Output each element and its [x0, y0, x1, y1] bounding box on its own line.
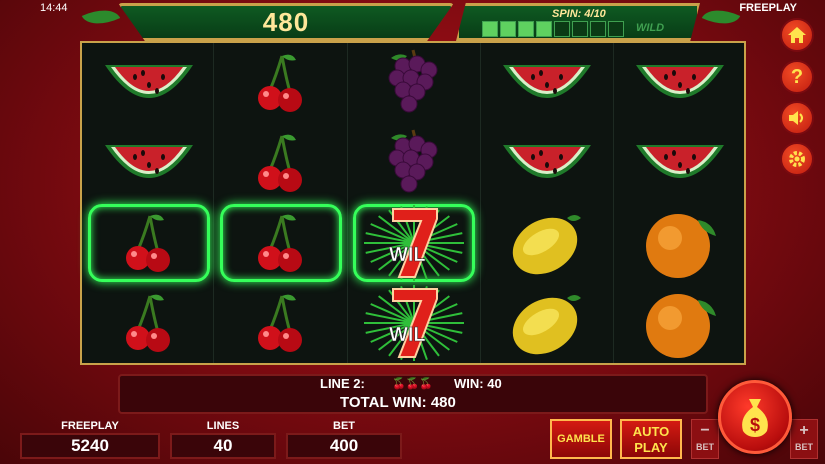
reel-cell-cherry	[220, 124, 342, 202]
watermelon-icon	[632, 131, 728, 195]
reel-divider	[347, 43, 348, 363]
sound-icon	[789, 111, 803, 125]
minus-icon: −	[700, 422, 710, 439]
progress-segment	[482, 21, 498, 37]
progress-segment	[536, 21, 552, 37]
reel-cell-grapes	[353, 44, 475, 122]
reel-cell-watermelon	[88, 124, 210, 202]
sound-button[interactable]	[780, 101, 814, 135]
wild-progress-label: WILD	[636, 22, 665, 34]
reel-cell-watermelon	[486, 44, 608, 122]
plus-icon: +	[799, 422, 809, 439]
mode-label: FREEPLAY	[739, 2, 797, 14]
orange-icon	[640, 206, 720, 280]
auto-play-button[interactable]: AUTO PLAY	[620, 419, 682, 459]
reel-cell-watermelon	[619, 44, 741, 122]
reel-cell-orange	[619, 204, 741, 282]
bet-increase-button[interactable]: + BET	[790, 419, 818, 459]
total-win: TOTAL WIN: 480	[340, 394, 456, 411]
bet-label: BET	[333, 420, 355, 432]
win-amount: 480	[262, 6, 310, 37]
reel-cell-orange	[619, 284, 741, 362]
reel-cell-lemon	[486, 284, 608, 362]
wild-seven-icon: WIL	[359, 203, 469, 283]
reel-cell-cherry	[220, 204, 342, 282]
reel-cell-wild-seven: WIL	[353, 204, 475, 282]
progress-segment	[572, 21, 588, 37]
cherry-icon	[256, 52, 306, 114]
reel-cell-grapes	[353, 124, 475, 202]
wild-seven-icon: WIL	[359, 283, 469, 363]
bet-decrease-label: BET	[696, 442, 714, 452]
leaf-decoration-left	[81, 1, 121, 33]
grapes-icon	[379, 128, 449, 198]
spin-button[interactable]: $	[718, 380, 792, 454]
watermelon-icon	[499, 51, 595, 115]
reel-cell-cherry	[88, 204, 210, 282]
reel-cell-watermelon	[486, 124, 608, 202]
svg-text:WIL: WIL	[389, 244, 426, 266]
cherry-icon	[256, 292, 306, 354]
cherry-icon	[124, 212, 174, 274]
reel-divider	[213, 43, 214, 363]
freeplay-label: FREEPLAY	[61, 420, 119, 432]
reel-cell-cherry	[220, 44, 342, 122]
bet-value: 400	[286, 433, 402, 459]
settings-icon	[789, 151, 805, 167]
help-button[interactable]: ?	[780, 60, 814, 94]
reel-cell-cherry	[88, 284, 210, 362]
cherry-icon	[124, 292, 174, 354]
grapes-icon	[379, 48, 449, 118]
win-line-symbols: 🍒🍒🍒	[392, 378, 434, 390]
svg-text:WIL: WIL	[389, 324, 426, 346]
progress-segment	[554, 21, 570, 37]
leaf-decoration-right	[701, 1, 741, 33]
win-display: 480	[118, 3, 454, 41]
progress-segment	[500, 21, 516, 37]
progress-segment	[608, 21, 624, 37]
reel-cell-wild-seven: WIL	[353, 284, 475, 362]
orange-icon	[640, 286, 720, 360]
reel-cell-cherry	[220, 284, 342, 362]
help-icon: ?	[790, 65, 804, 88]
reel-cell-watermelon	[88, 44, 210, 122]
progress-segment	[518, 21, 534, 37]
cherry-icon	[256, 212, 306, 274]
gamble-button[interactable]: GAMBLE	[550, 419, 612, 459]
bet-decrease-button[interactable]: − BET	[691, 419, 719, 459]
watermelon-icon	[101, 131, 197, 195]
money-bag-icon: $	[742, 399, 768, 437]
reel-divider	[480, 43, 481, 363]
spin-counter: SPIN: 4/10	[552, 8, 606, 20]
home-icon	[788, 27, 806, 43]
bet-increase-label: BET	[795, 442, 813, 452]
auto-play-line2: PLAY	[634, 440, 668, 455]
lines-value: 40	[170, 433, 276, 459]
progress-segment	[590, 21, 606, 37]
reel-cell-watermelon	[619, 124, 741, 202]
clock: 14:44	[40, 2, 68, 14]
settings-button[interactable]	[780, 142, 814, 176]
reel-cell-lemon	[486, 204, 608, 282]
reel-divider	[613, 43, 614, 363]
watermelon-icon	[101, 51, 197, 115]
svg-text:$: $	[750, 415, 760, 435]
cherry-icon	[256, 132, 306, 194]
watermelon-icon	[632, 51, 728, 115]
auto-play-line1: AUTO	[632, 424, 670, 439]
lines-label: LINES	[206, 420, 240, 432]
line-win-amount: WIN: 40	[454, 376, 502, 391]
lemon-icon	[507, 288, 587, 358]
home-button[interactable]	[780, 18, 814, 52]
watermelon-icon	[499, 131, 595, 195]
lemon-icon	[507, 208, 587, 278]
win-line-label: LINE 2:	[320, 376, 365, 391]
freeplay-value: 5240	[20, 433, 160, 459]
